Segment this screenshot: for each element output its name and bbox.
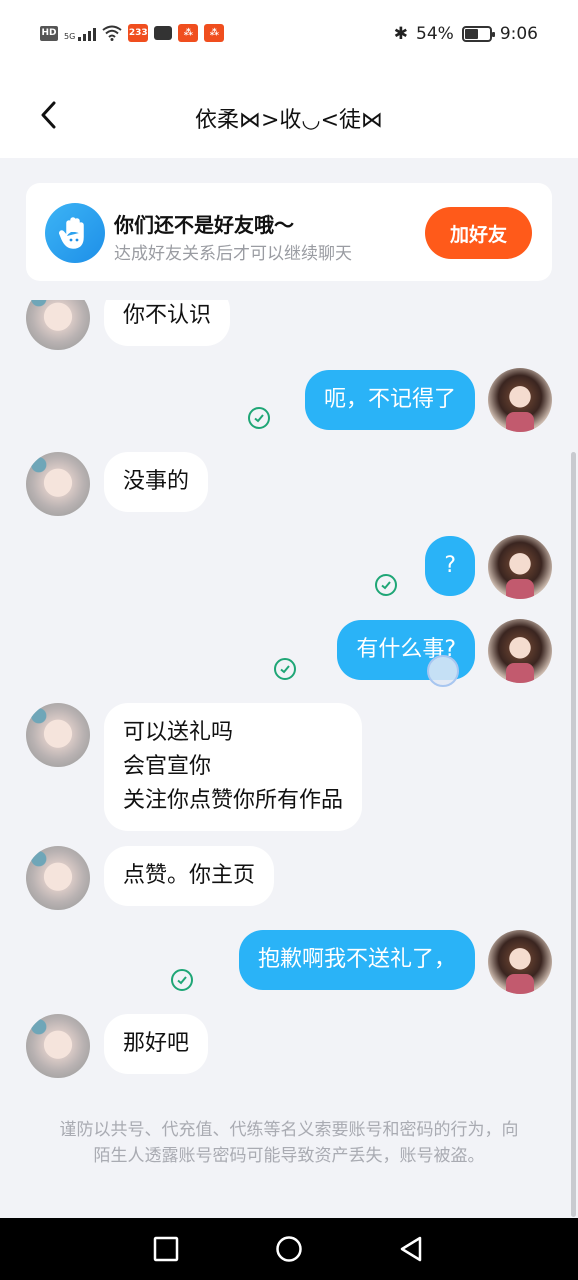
my-avatar[interactable]	[488, 368, 552, 432]
back-nav-button[interactable]	[397, 1235, 425, 1263]
message-bubble-outgoing[interactable]: 呃，不记得了	[304, 370, 475, 430]
message-bubble-incoming[interactable]: 你不认识	[104, 300, 231, 346]
bluetooth-icon: ✱	[393, 24, 409, 44]
message-line: 关注你点赞你所有作品	[123, 788, 344, 813]
scrollbar[interactable]	[571, 452, 576, 1217]
message-bubble-incoming[interactable]: 可以送礼吗 会官宣你 关注你点赞你所有作品	[104, 703, 363, 831]
security-warning: 谨防以共号、代充值、代练等名义索要账号和密码的行为，向陌生人透露账号密码可能导致…	[59, 1120, 519, 1166]
contact-avatar[interactable]	[26, 452, 90, 516]
message-line: 会官宣你	[123, 754, 212, 779]
status-bar: HD 5G 233 ⁂ ⁂ ✱ 54% 9:06	[0, 0, 578, 70]
contact-avatar[interactable]	[26, 1014, 90, 1078]
clock: 9:06	[499, 24, 538, 44]
waving-hand-icon	[45, 203, 105, 263]
signal-icon: 5G	[64, 25, 97, 41]
hd-icon: HD	[40, 25, 58, 41]
contact-avatar[interactable]	[26, 703, 90, 767]
video-camera-icon	[154, 26, 173, 40]
home-icon	[276, 1236, 302, 1262]
system-nav-bar	[0, 1218, 578, 1280]
read-check-icon	[171, 969, 193, 991]
message-line: 可以送礼吗	[123, 720, 234, 745]
app-notification-icon-2: ⁂	[204, 24, 225, 42]
my-avatar[interactable]	[488, 619, 552, 683]
my-avatar[interactable]	[488, 535, 552, 599]
read-check-icon	[375, 574, 397, 596]
chat-header: 依柔⋈>收◡<徒⋈	[0, 70, 578, 158]
recent-apps-icon	[153, 1236, 179, 1262]
my-avatar[interactable]	[488, 930, 552, 994]
friend-prompt-title: 你们还不是好友哦～	[114, 213, 294, 237]
read-check-icon	[274, 658, 296, 680]
battery-icon	[461, 26, 495, 42]
chat-title: 依柔⋈>收◡<徒⋈	[194, 108, 384, 133]
recent-apps-button[interactable]	[152, 1235, 180, 1263]
message-bubble-incoming[interactable]: 没事的	[104, 452, 209, 512]
message-bubble-outgoing[interactable]: 抱歉啊我不送礼了，	[238, 930, 475, 990]
add-friend-button[interactable]: 加好友	[425, 207, 532, 259]
status-right: ✱ 54% 9:06	[394, 24, 538, 44]
app-badge-233-icon: 233	[128, 24, 149, 42]
app-notification-icon: ⁂	[178, 24, 199, 42]
message-bubble-incoming[interactable]: 那好吧	[104, 1014, 209, 1074]
contact-avatar[interactable]	[26, 846, 90, 910]
battery-percent: 54%	[416, 24, 454, 44]
network-type: 5G	[64, 32, 76, 41]
status-left-icons: HD 5G 233 ⁂ ⁂	[40, 24, 225, 42]
back-triangle-icon	[400, 1236, 422, 1262]
read-check-icon	[248, 407, 270, 429]
friend-prompt-card: 你们还不是好友哦～ 达成好友关系后才可以继续聊天 加好友	[26, 183, 552, 281]
message-bubble-outgoing[interactable]: ?	[425, 536, 475, 596]
contact-avatar[interactable]	[26, 300, 90, 350]
chat-message-list[interactable]: 你不认识 呃，不记得了 没事的 ? 有什么事? 可以送礼吗 会官宣你 关注你点赞…	[0, 300, 578, 1218]
wifi-icon	[102, 25, 122, 41]
home-button[interactable]	[275, 1235, 303, 1263]
friend-prompt-subtitle: 达成好友关系后才可以继续聊天	[114, 244, 352, 264]
touch-indicator	[427, 655, 459, 687]
message-bubble-incoming[interactable]: 点赞。你主页	[104, 846, 275, 906]
